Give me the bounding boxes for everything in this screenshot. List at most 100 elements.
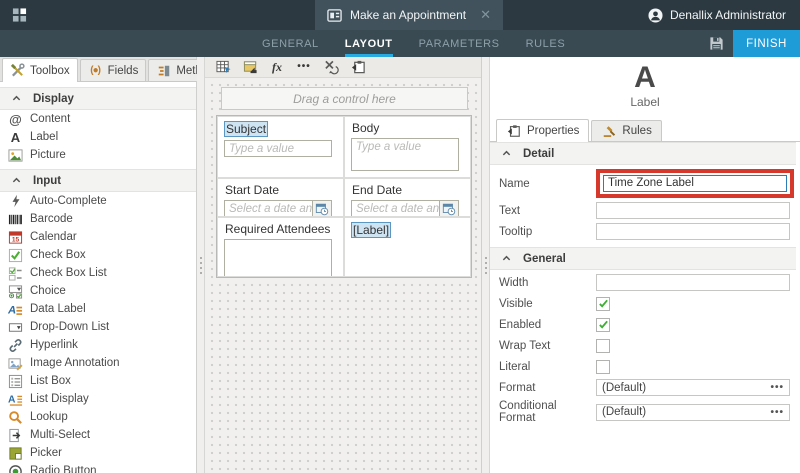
paste-button[interactable] — [350, 59, 366, 75]
section-header-display[interactable]: Display — [0, 87, 196, 110]
date-picker-button[interactable] — [439, 200, 459, 217]
sidebar-item-list-box[interactable]: List Box — [0, 372, 196, 390]
item-label: Drop-Down List — [30, 321, 109, 333]
form-cell-label[interactable]: [Label] — [344, 217, 471, 277]
view-swap-button[interactable] — [242, 59, 258, 75]
property-label: Format — [499, 382, 596, 394]
date-picker-button[interactable] — [312, 200, 332, 217]
sidebar-item-image-annotation[interactable]: Image Annotation — [0, 354, 196, 372]
properties-tab-properties[interactable]: Properties — [496, 119, 589, 142]
sidebar-item-choice[interactable]: Choice — [0, 282, 196, 300]
sidebar-item-check-box-list[interactable]: Check Box List — [0, 264, 196, 282]
tab-label: Fields — [108, 65, 139, 77]
properties-body: DetailNameTime Zone LabelTextTooltipGene… — [490, 142, 800, 473]
nav-tab-rules[interactable]: RULES — [526, 30, 566, 57]
sidebar-tab-toolbox[interactable]: Toolbox — [2, 58, 78, 82]
control-label-body[interactable]: Body — [351, 121, 380, 135]
wrap-text-checkbox[interactable] — [596, 339, 610, 353]
sidebar-item-hyperlink[interactable]: Hyperlink — [0, 336, 196, 354]
width-field[interactable] — [596, 274, 790, 291]
literal-checkbox[interactable] — [596, 360, 610, 374]
sidebar-item-picture[interactable]: Picture — [0, 146, 196, 164]
ellipsis-button[interactable]: ••• — [770, 407, 784, 418]
sidebar-item-radio-button[interactable]: Radio Button — [0, 462, 196, 473]
property-row-conditional-format: Conditional Format(Default)••• — [490, 400, 796, 424]
property-row-text: Text — [490, 202, 796, 219]
ellipsis-button[interactable]: ••• — [770, 382, 784, 393]
properties-tab-rules[interactable]: Rules — [591, 120, 661, 141]
canvas-splitter[interactable] — [482, 57, 490, 473]
format-picker[interactable]: (Default)••• — [596, 379, 790, 396]
sidebar-item-lookup[interactable]: Lookup — [0, 408, 196, 426]
form-cell-required-attendees[interactable]: Required Attendees — [217, 217, 344, 277]
text-field[interactable] — [596, 202, 790, 219]
main-area: Toolbox(●)FieldsMethods Display@ContentA… — [0, 57, 800, 473]
properties-section-general[interactable]: General — [490, 247, 796, 270]
property-control: (Default)••• — [596, 404, 790, 421]
visible-checkbox[interactable] — [596, 297, 610, 311]
sidebar-item-picker[interactable]: Picker — [0, 444, 196, 462]
drop-target[interactable]: Drag a control here — [221, 87, 468, 110]
nav-tab-parameters[interactable]: PARAMETERS — [419, 30, 500, 57]
properties-panel: A Label PropertiesRules Detail Name Time Z… — [490, 57, 800, 473]
app-menu-button[interactable] — [0, 0, 60, 30]
close-icon[interactable]: ✕ — [480, 7, 491, 23]
control-label-end-date[interactable]: End Date — [351, 183, 403, 197]
finish-button[interactable]: FINISH — [733, 30, 800, 57]
form-cell-subject[interactable]: Subject Type a value — [217, 116, 344, 178]
tooltip-field[interactable] — [596, 223, 790, 240]
conditional-format-picker[interactable]: (Default)••• — [596, 404, 790, 421]
property-row-literal: Literal — [490, 358, 796, 375]
canvas-surface[interactable]: Drag a control here SubjectType a valueB… — [205, 78, 481, 473]
section-title: Display — [33, 93, 74, 105]
form-cell-body[interactable]: Body Type a value — [344, 116, 471, 178]
item-label: Hyperlink — [30, 339, 78, 351]
save-button[interactable] — [699, 30, 733, 57]
user-menu[interactable]: Denallix Administrator — [648, 0, 800, 30]
sidebar-item-auto-complete[interactable]: Auto-Complete — [0, 192, 196, 210]
document-tab[interactable]: Make an Appointment ✕ — [315, 0, 503, 30]
property-row-wrap-text: Wrap Text — [490, 337, 796, 354]
sidebar-item-list-display[interactable]: AList Display — [0, 390, 196, 408]
nav-tab-layout[interactable]: LAYOUT — [345, 30, 393, 57]
name-field[interactable]: Time Zone Label — [603, 175, 787, 192]
control-label-required-attendees[interactable]: Required Attendees — [224, 222, 331, 236]
form-cell-start-date[interactable]: Start Date Select a date and — [217, 178, 344, 217]
input-required-attendees[interactable] — [224, 239, 332, 277]
item-label: Check Box List — [30, 267, 107, 279]
sidebar-item-check-box[interactable]: Check Box — [0, 246, 196, 264]
properties-section-detail[interactable]: Detail — [490, 142, 796, 165]
input-start-date[interactable]: Select a date and — [224, 200, 312, 217]
item-label: Label — [30, 131, 58, 143]
sidebar-item-barcode[interactable]: Barcode — [0, 210, 196, 228]
expression-button[interactable]: fx — [269, 59, 285, 75]
enabled-checkbox[interactable] — [596, 318, 610, 332]
control-label-start-date[interactable]: Start Date — [224, 183, 280, 197]
sidebar-item-drop-down-list[interactable]: Drop-Down List — [0, 318, 196, 336]
sidebar-item-label[interactable]: ALabel — [0, 128, 196, 146]
check-box-list-icon — [8, 266, 23, 281]
property-label: Width — [499, 277, 596, 289]
section-header-input[interactable]: Input — [0, 169, 196, 192]
sidebar-item-multi-select[interactable]: Multi-Select — [0, 426, 196, 444]
more-button[interactable]: ••• — [296, 59, 312, 75]
input-subject[interactable]: Type a value — [224, 140, 332, 157]
input-body[interactable]: Type a value — [351, 138, 459, 171]
form-cell-end-date[interactable]: End Date Select a date and — [344, 178, 471, 217]
sidebar-tab-fields[interactable]: (●)Fields — [80, 59, 147, 81]
selected-control-subject[interactable]: Subject — [224, 121, 268, 137]
clear-button[interactable] — [323, 59, 339, 75]
selected-control-header: A Label — [490, 57, 800, 109]
image-annotation-icon — [8, 356, 23, 371]
selected-control-label[interactable]: [Label] — [351, 222, 391, 238]
sidebar-item-content[interactable]: @Content — [0, 110, 196, 128]
table-properties-button[interactable] — [215, 59, 231, 75]
sidebar-item-calendar[interactable]: 15Calendar — [0, 228, 196, 246]
property-label: Name — [499, 178, 596, 190]
sidebar-splitter[interactable] — [197, 57, 205, 473]
nav-tab-general[interactable]: GENERAL — [262, 30, 319, 57]
chevron-up-icon — [9, 173, 24, 188]
sidebar-item-data-label[interactable]: AData Label — [0, 300, 196, 318]
picker-value: (Default) — [602, 382, 770, 394]
input-end-date[interactable]: Select a date and — [351, 200, 439, 217]
